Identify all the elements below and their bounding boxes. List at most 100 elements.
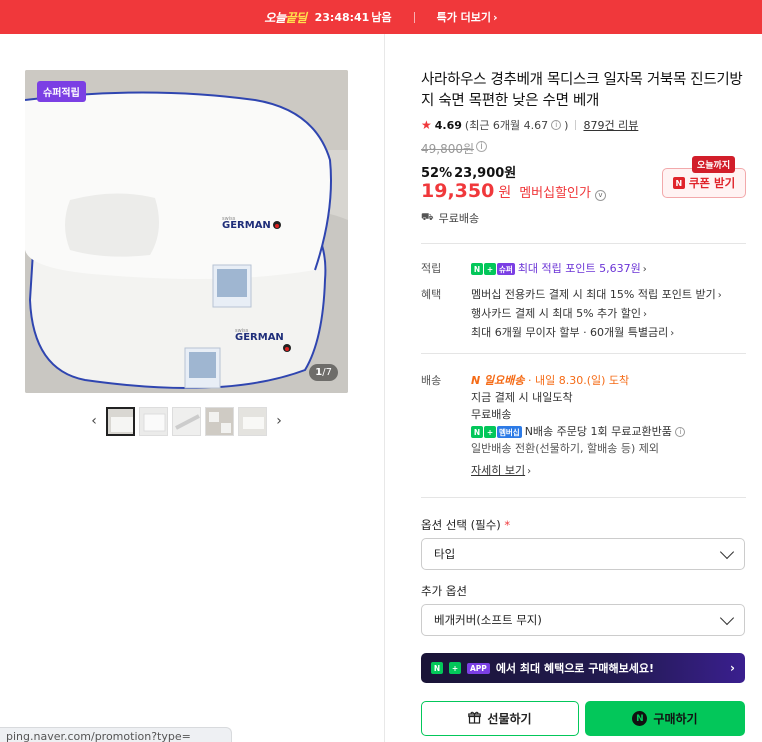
points-text: 최대 적립 포인트 5,637원 [517,262,641,275]
product-main-image[interactable]: GERMAN swiss GERMAN swiss 슈퍼적립 1/7 [25,70,348,393]
thumbnail-item[interactable] [205,406,234,436]
chevron-right-icon: › [527,466,532,477]
plus-icon: + [449,662,461,674]
benefits-row: 혜택 멤버십 전용카드 결제 시 최대 15% 적립 포인트 받기 › 행사카드 … [421,285,746,345]
app-promo-banner[interactable]: N + APP 에서 최대 혜택으로 구매해보세요! › [421,653,745,683]
deal-timer-suffix: 남음 [371,11,392,24]
naver-n-icon: N [431,662,443,674]
pillow-photo: GERMAN swiss GERMAN swiss [25,70,348,393]
chevron-right-icon: › [643,309,647,320]
benefits-key: 혜택 [421,288,442,301]
chevron-left-icon: ‹ [91,413,97,429]
delivery-detail-link[interactable]: 자세히 보기 › [471,461,746,481]
chevron-right-icon: › [670,328,675,339]
arrival-date: · 내일 8.30.(일) 도착 [528,374,630,387]
shipping-text: 무료배송 [438,212,480,225]
thumbnail-item[interactable] [172,406,201,436]
original-price: 49,800원 [421,142,475,156]
thumbnail-prev-button[interactable]: ‹ [86,406,102,436]
option-select-type[interactable]: 타입 [421,538,745,570]
divider [421,497,746,498]
divider [421,353,746,354]
delivery-key: 배송 [421,374,442,387]
rating-row: ★ 4.69 (최근 6개월 4.67 i ) 879건 리뷰 [421,117,638,133]
points-key: 적립 [421,262,442,275]
chevron-right-icon: › [730,661,735,675]
member-price-row: 19,350 원 멤버십할인가 v [421,180,606,202]
delivery-line: 일반배송 전환(선물하기, 할배송 등) 제외 [471,442,659,455]
benefit-item[interactable]: 멤버십 전용카드 결제 시 최대 15% 적립 포인트 받기 › [471,285,746,305]
chevron-down-icon[interactable]: v [594,190,606,201]
product-gallery: GERMAN swiss GERMAN swiss 슈퍼적립 1/7 ‹ › p… [0,34,385,742]
svg-text:swiss: swiss [222,216,236,222]
naver-pay-icon: N [632,711,648,726]
thumbnail-item[interactable] [139,406,168,436]
naver-plus-chip: N + 슈퍼 [471,263,515,275]
product-title: 사라하우스 경추베개 목디스크 일자목 거북목 진드기방지 숙면 목편한 낮은 … [421,72,743,109]
chevron-down-icon [719,610,735,625]
svg-text:swiss: swiss [235,328,249,334]
truck-icon: ⛟ [421,211,434,223]
option-label-required: 옵션 선택 (필수) * [421,518,511,532]
deal-timer: 23:48:41 [314,10,370,24]
thumbnail-next-button[interactable]: › [271,406,287,436]
rating-score: 4.69 [434,118,462,132]
image-counter: 1/7 [309,364,338,381]
gift-icon [468,711,482,727]
thumbnail-image [140,407,167,435]
buy-button[interactable]: N 구매하기 [585,701,745,736]
thumbnail-item[interactable] [238,406,267,436]
promo-text: 에서 최대 혜택으로 구매해보세요! [495,662,654,675]
thumbnail-strip: ‹ › [86,406,287,436]
chevron-down-icon [719,544,735,559]
thumbnail-image [108,408,133,434]
member-price: 19,350 [421,180,495,202]
member-price-unit: 원 [498,185,512,201]
today-deal-bar[interactable]: 오늘끝딜 23:48:41 남음 특가 더보기 › [0,0,762,34]
chevron-right-icon: › [642,264,647,275]
naver-n-icon: N [672,177,685,189]
points-link[interactable]: N + 슈퍼 최대 적립 포인트 5,637원 › [471,259,746,279]
thumbnail-item[interactable] [106,406,135,436]
gift-button-label: 선물하기 [487,712,532,726]
discount-percent: 52% [421,166,453,181]
naver-plus-chip: N + 멤버십 [471,426,522,438]
coupon-deadline-tag: 오늘까지 [692,156,736,173]
divider [413,11,415,23]
option-select-value: 베개커버(소프트 무지) [434,613,542,627]
buy-button-label: 구매하기 [653,712,698,726]
info-icon[interactable]: i [675,427,686,437]
thumbnail-image [239,407,266,435]
points-row: 적립 N + 슈퍼 최대 적립 포인트 5,637원 › [421,259,746,279]
sale-price-row: 52% 23,900원 [421,162,516,181]
benefit-item[interactable]: 최대 6개월 무이자 할부 · 60개월 특별금리 › [471,323,746,343]
member-price-label[interactable]: 멤버십할인가 [519,182,591,201]
benefit-item[interactable]: 행사카드 결제 시 최대 5% 추가 할인 › [471,304,746,324]
more-deals-link[interactable]: 특가 더보기 › [437,9,498,25]
coupon-widget: N 쿠폰 받기 오늘까지 [662,156,746,198]
sale-price: 23,900원 [454,166,517,181]
divider [421,243,746,244]
coupon-button-label: 쿠폰 받기 [688,176,736,190]
chevron-right-icon: › [717,290,722,301]
rating-recent: (최근 6개월 4.67 [464,119,549,132]
app-chip: APP [467,662,490,674]
super-points-badge: 슈퍼적립 [37,81,86,102]
option-label-additional: 추가 옵션 [421,584,467,598]
shipping-row: ⛟ 무료배송 [421,210,479,226]
delivery-row: 배송 N 일요배송 · 내일 8.30.(일) 도착 지금 결제 시 내일도착 … [421,371,746,481]
today-deal-logo: 오늘끝딜 [264,10,307,25]
thumbnail-image [206,407,233,435]
rating-recent-end: ) [564,118,569,132]
gift-button[interactable]: 선물하기 [421,701,579,736]
divider [575,120,577,130]
thumbnail-image [173,407,200,435]
sunday-delivery-badge: N 일요배송 [471,374,525,387]
info-icon[interactable]: i [551,120,562,130]
star-icon: ★ [421,118,432,132]
review-count-link[interactable]: 879건 리뷰 [583,117,638,133]
info-icon[interactable]: i [476,141,487,152]
chevron-right-icon: › [276,413,282,429]
option-select-additional[interactable]: 베개커버(소프트 무지) [421,604,745,636]
option-select-value: 타입 [434,547,456,561]
